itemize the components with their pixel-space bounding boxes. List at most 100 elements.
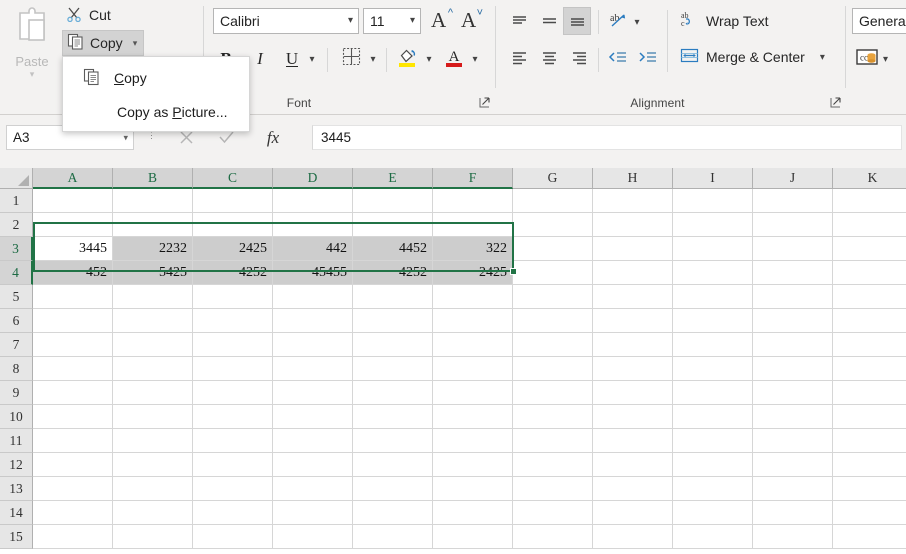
cell-B10[interactable] [113,405,193,429]
cell-G5[interactable] [513,285,593,309]
column-header-C[interactable]: C [193,168,273,189]
cell-B6[interactable] [113,309,193,333]
cell-G13[interactable] [513,477,593,501]
cell-G7[interactable] [513,333,593,357]
column-header-I[interactable]: I [673,168,753,189]
chevron-down-icon[interactable]: ▾ [883,54,888,65]
cell-J11[interactable] [753,429,833,453]
cell-J12[interactable] [753,453,833,477]
cell-E1[interactable] [353,189,433,213]
cell-B15[interactable] [113,525,193,549]
cell-G3[interactable] [513,237,593,261]
row-header-13[interactable]: 13 [0,477,33,501]
cell-F7[interactable] [433,333,513,357]
cell-I6[interactable] [673,309,753,333]
cell-D11[interactable] [273,429,353,453]
row-header-14[interactable]: 14 [0,501,33,525]
cell-D2[interactable] [273,213,353,237]
cell-D10[interactable] [273,405,353,429]
column-header-F[interactable]: F [433,168,513,189]
cell-A15[interactable] [33,525,113,549]
cell-C14[interactable] [193,501,273,525]
cell-E6[interactable] [353,309,433,333]
row-header-8[interactable]: 8 [0,357,33,381]
cell-I14[interactable] [673,501,753,525]
cell-H3[interactable] [593,237,673,261]
cell-C13[interactable] [193,477,273,501]
cell-A3[interactable]: 3445 [33,237,113,261]
cell-I1[interactable] [673,189,753,213]
cell-G12[interactable] [513,453,593,477]
cell-A2[interactable] [33,213,113,237]
cell-C6[interactable] [193,309,273,333]
cell-G1[interactable] [513,189,593,213]
spreadsheet-grid[interactable]: ABCDEFGHIJK 1 2 3 4 5 6 7 8 9 10 11 12 13 14 15 3445 22… [0,168,906,554]
cell-K4[interactable] [833,261,906,285]
cell-F10[interactable] [433,405,513,429]
cell-F12[interactable] [433,453,513,477]
formula-input[interactable]: 3445 [312,125,902,150]
cell-K11[interactable] [833,429,906,453]
cell-H5[interactable] [593,285,673,309]
row-header-4[interactable]: 4 [0,261,33,285]
cell-A6[interactable] [33,309,113,333]
cell-J10[interactable] [753,405,833,429]
fill-handle[interactable] [510,268,517,275]
cell-K10[interactable] [833,405,906,429]
cell-E14[interactable] [353,501,433,525]
cell-G11[interactable] [513,429,593,453]
row-header-7[interactable]: 7 [0,333,33,357]
cell-H14[interactable] [593,501,673,525]
cell-D7[interactable] [273,333,353,357]
cell-A10[interactable] [33,405,113,429]
cell-C3[interactable]: 2425 [193,237,273,261]
cell-K3[interactable] [833,237,906,261]
row-header-12[interactable]: 12 [0,453,33,477]
cell-J5[interactable] [753,285,833,309]
cell-G8[interactable] [513,357,593,381]
cell-E11[interactable] [353,429,433,453]
cell-E3[interactable]: 4452 [353,237,433,261]
cell-G2[interactable] [513,213,593,237]
chevron-down-icon[interactable]: ▾ [123,133,128,142]
cell-J6[interactable] [753,309,833,333]
cell-C5[interactable] [193,285,273,309]
cell-H8[interactable] [593,357,673,381]
cell-K14[interactable] [833,501,906,525]
cell-D4[interactable]: 45455 [273,261,353,285]
cell-F1[interactable] [433,189,513,213]
cell-E13[interactable] [353,477,433,501]
cell-B8[interactable] [113,357,193,381]
cell-I15[interactable] [673,525,753,549]
cell-J4[interactable] [753,261,833,285]
cell-B7[interactable] [113,333,193,357]
cell-G4[interactable] [513,261,593,285]
cell-F5[interactable] [433,285,513,309]
cell-F6[interactable] [433,309,513,333]
cell-J14[interactable] [753,501,833,525]
cell-D15[interactable] [273,525,353,549]
cell-G10[interactable] [513,405,593,429]
cell-C9[interactable] [193,381,273,405]
cell-E5[interactable] [353,285,433,309]
cell-J9[interactable] [753,381,833,405]
cell-J3[interactable] [753,237,833,261]
row-header-3[interactable]: 3 [0,237,33,261]
row-header-10[interactable]: 10 [0,405,33,429]
cell-F11[interactable] [433,429,513,453]
row-header-9[interactable]: 9 [0,381,33,405]
cell-J2[interactable] [753,213,833,237]
row-header-1[interactable]: 1 [0,189,33,213]
column-header-J[interactable]: J [753,168,833,189]
cell-C7[interactable] [193,333,273,357]
cell-K13[interactable] [833,477,906,501]
cell-I12[interactable] [673,453,753,477]
cell-C12[interactable] [193,453,273,477]
cell-C2[interactable] [193,213,273,237]
cell-C15[interactable] [193,525,273,549]
cell-I5[interactable] [673,285,753,309]
column-header-G[interactable]: G [513,168,593,189]
column-header-H[interactable]: H [593,168,673,189]
cell-A14[interactable] [33,501,113,525]
cell-H2[interactable] [593,213,673,237]
